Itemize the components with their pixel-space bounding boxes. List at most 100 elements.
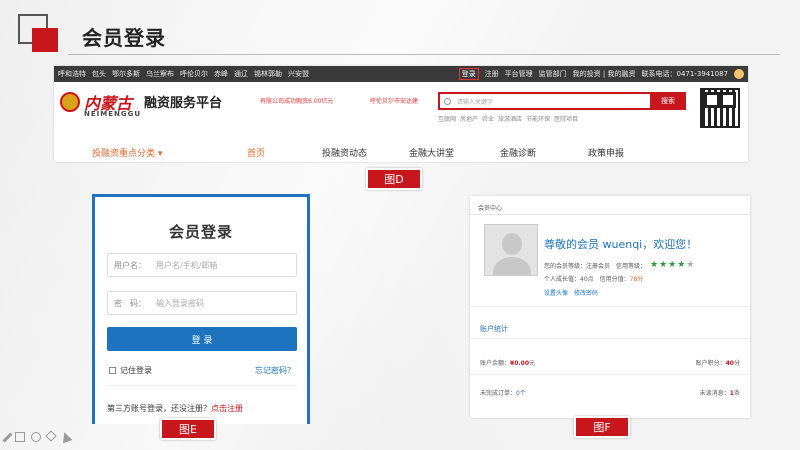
hot-word[interactable]: 农业 (482, 114, 494, 123)
title-divider (68, 54, 780, 55)
national-emblem-icon (60, 92, 80, 112)
level-text: 您的会员等级：注册会员 信用等级： (544, 262, 647, 270)
profile-links: 设置头像 修改密码 (544, 288, 598, 297)
city-link[interactable]: 包头 (92, 69, 106, 79)
third-party-text: 第三方账号登录，还没注册？ (107, 404, 211, 413)
search-icon (444, 97, 451, 105)
figure-e-label: 图E (160, 418, 216, 440)
brand-name-en: NEIMENGGU (84, 110, 142, 118)
nav-policy[interactable]: 政策申报 (588, 146, 624, 159)
growth-info: 个人成长值：40点 信用分值：78分 (544, 274, 643, 283)
divider (470, 338, 750, 339)
city-link[interactable]: 通辽 (234, 69, 248, 79)
nav-home[interactable]: 首页 (247, 146, 265, 159)
top-right-links: 登录 注册 平台管理 监管部门 我的投资 | 我的融资 联系电话：0471-39… (458, 68, 744, 80)
city-link[interactable]: 乌兰察布 (146, 69, 174, 79)
nav-lecture[interactable]: 金融大讲堂 (409, 146, 454, 159)
slide-title: 会员登录 (82, 26, 166, 50)
hot-word[interactable]: 旅游酒店 (498, 114, 522, 123)
register-link[interactable]: 注册 (485, 69, 499, 79)
orders-row: 未完成订单：0个 (480, 388, 526, 397)
password-placeholder: 输入登录密码 (156, 298, 204, 308)
nav-category-label: 投融资重点分类 (92, 149, 156, 159)
divider (470, 214, 750, 215)
hot-word[interactable]: 节能环保 (526, 114, 550, 123)
nav-diagnosis[interactable]: 金融诊断 (500, 146, 536, 159)
my-investment-link[interactable]: 我的投资 | 我的融资 (573, 69, 636, 79)
slide-toolbar (2, 430, 73, 444)
orders-label: 未完成订单： (480, 390, 517, 397)
figure-f-member-center: 会员中心 尊敬的会员 wuenqi，欢迎您！ 您的会员等级：注册会员 信用等级：… (470, 196, 750, 418)
pointer-icon[interactable] (59, 430, 73, 444)
points-label: 账户积分： (695, 360, 726, 367)
points-value: 40 (725, 360, 734, 367)
messages-unit: 条 (733, 390, 740, 397)
figure-d-label: 图D (366, 168, 422, 190)
set-avatar-link[interactable]: 设置头像 (544, 288, 568, 297)
member-center-header: 会员中心 (478, 205, 503, 212)
hot-word[interactable]: 房地产 (460, 114, 478, 123)
remember-checkbox[interactable] (109, 367, 116, 374)
contact-phone: 联系电话：0471-3941087 (641, 70, 728, 78)
qr-code (700, 88, 740, 128)
stars-on: ★★★★ (650, 260, 687, 270)
divider (470, 306, 750, 307)
register-link[interactable]: 点击注册 (211, 404, 243, 413)
messages-label: 未读消息： (699, 390, 730, 397)
supervision-link[interactable]: 监管部门 (539, 69, 567, 79)
city-link[interactable]: 兴安盟 (288, 69, 309, 79)
login-form-title: 会员登录 (168, 223, 233, 241)
orders-unit: 个 (519, 390, 526, 397)
balance-row: 账户余额：¥0.00元 (480, 358, 535, 367)
hot-search-words: 互联网 房地产 农业 旅游酒店 节能环保 医院项目 (438, 114, 578, 123)
hot-word[interactable]: 互联网 (438, 114, 456, 123)
city-links: 呼和浩特 包头 鄂尔多斯 乌兰察布 呼伦贝尔 赤峰 通辽 锡林郭勒 兴安盟 (58, 69, 309, 79)
main-nav: 投融资重点分类 ▾ 首页 投融资动态 金融大讲堂 金融诊断 政策申报 (54, 146, 748, 160)
stars-off: ★ (686, 260, 696, 270)
circle-icon[interactable] (31, 432, 41, 442)
avatar-body (493, 257, 531, 275)
search-button[interactable]: 搜索 (650, 92, 686, 110)
city-link[interactable]: 锡林郭勒 (254, 69, 282, 79)
brand-row: 内蒙古 NEIMENGGU 融资服务平台 有限公司成功融资6.00亿元 呼伦贝尔… (54, 82, 748, 136)
city-link[interactable]: 呼伦贝尔 (180, 69, 208, 79)
platform-name: 融资服务平台 (144, 96, 223, 111)
password-field[interactable]: 密 码： 输入登录密码 (107, 291, 297, 315)
news-ticker[interactable]: 有限公司成功融资6.00亿元 (260, 96, 333, 105)
search-placeholder: 请输入关键字 (457, 98, 494, 106)
remember-login[interactable]: 记住登录 (109, 365, 152, 376)
login-button[interactable]: 登 录 (107, 327, 297, 351)
figure-f-label: 图F (574, 416, 630, 438)
user-icon[interactable] (734, 69, 744, 79)
change-password-link[interactable]: 修改密码 (574, 288, 598, 297)
username-label: 用户名： (114, 260, 146, 270)
platform-manage-link[interactable]: 平台管理 (505, 69, 533, 79)
username-field[interactable]: 用户名： 用户名/手机/邮箱 (107, 253, 297, 277)
divider (470, 374, 750, 375)
figure-d-site-header: 呼和浩特 包头 鄂尔多斯 乌兰察布 呼伦贝尔 赤峰 通辽 锡林郭勒 兴安盟 登录… (54, 66, 748, 162)
eraser-icon[interactable] (45, 430, 57, 442)
nav-category-dropdown[interactable]: 投融资重点分类 ▾ (92, 146, 162, 159)
city-link[interactable]: 鄂尔多斯 (112, 69, 140, 79)
city-link[interactable]: 呼和浩特 (58, 69, 86, 79)
welcome-message: 尊敬的会员 wuenqi，欢迎您！ (544, 238, 698, 251)
slide-logo (18, 14, 62, 54)
balance-value: ¥0.00 (510, 360, 529, 367)
login-link[interactable]: 登录 (458, 68, 479, 80)
hot-word[interactable]: 医院项目 (554, 114, 578, 123)
nav-news[interactable]: 投融资动态 (322, 146, 367, 159)
account-stats-title: 账户统计 (480, 325, 508, 333)
avatar[interactable] (484, 224, 538, 276)
figure-e-login-form: 会员登录 用户名： 用户名/手机/邮箱 密 码： 输入登录密码 登 录 记住登录… (92, 194, 310, 424)
form-divider (107, 385, 297, 386)
forgot-password-link[interactable]: 忘记密码？ (255, 365, 295, 376)
search-input[interactable]: 请输入关键字 (438, 92, 656, 110)
third-party-login: 第三方账号登录，还没注册？点击注册 (107, 403, 243, 414)
city-link[interactable]: 赤峰 (214, 69, 228, 79)
balance-label: 账户余额： (480, 360, 511, 367)
grid-icon[interactable] (15, 432, 25, 442)
messages-row: 未读消息：1条 (700, 388, 740, 397)
news-ticker-2[interactable]: 呼伦贝尔市安达建 (370, 96, 418, 105)
points-unit: 分 (733, 360, 740, 367)
member-level: 您的会员等级：注册会员 信用等级： ★★★★★ (544, 260, 695, 270)
